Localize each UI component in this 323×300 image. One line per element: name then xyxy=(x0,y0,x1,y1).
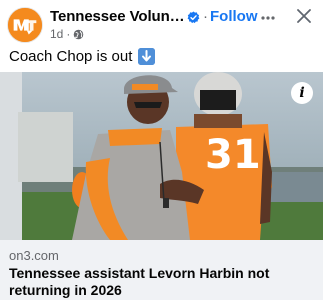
post-meta: 1d · xyxy=(50,27,84,41)
close-icon[interactable] xyxy=(297,9,311,23)
post-text: Coach Chop is out xyxy=(9,48,156,65)
page-name[interactable]: Tennessee Volunteers xyxy=(50,8,185,25)
meta-separator: · xyxy=(66,27,71,41)
link-preview-card[interactable]: on3.com Tennessee assistant Levorn Harbi… xyxy=(0,240,323,300)
globe-icon xyxy=(74,29,84,39)
post-text-content: Coach Chop is out xyxy=(9,48,133,65)
down-arrow-emoji-icon xyxy=(138,48,156,65)
tennessee-logo-icon xyxy=(8,8,42,42)
follow-button[interactable]: Follow xyxy=(210,8,258,25)
separator-dot: · xyxy=(203,8,208,25)
page-avatar[interactable] xyxy=(7,7,43,43)
jersey-number: 31 xyxy=(205,132,261,178)
link-preview-image[interactable]: 31 i xyxy=(0,72,323,240)
post-timestamp[interactable]: 1d xyxy=(50,27,63,41)
link-domain: on3.com xyxy=(9,248,59,263)
verified-badge-icon xyxy=(187,11,200,24)
link-title[interactable]: Tennessee assistant Levorn Harbin not re… xyxy=(9,265,314,299)
coach-photo: 31 xyxy=(0,72,323,240)
more-options-icon[interactable] xyxy=(261,16,275,20)
info-icon[interactable]: i xyxy=(291,82,313,104)
post-header: Tennessee Volunteers · Follow 1d · xyxy=(0,0,323,44)
